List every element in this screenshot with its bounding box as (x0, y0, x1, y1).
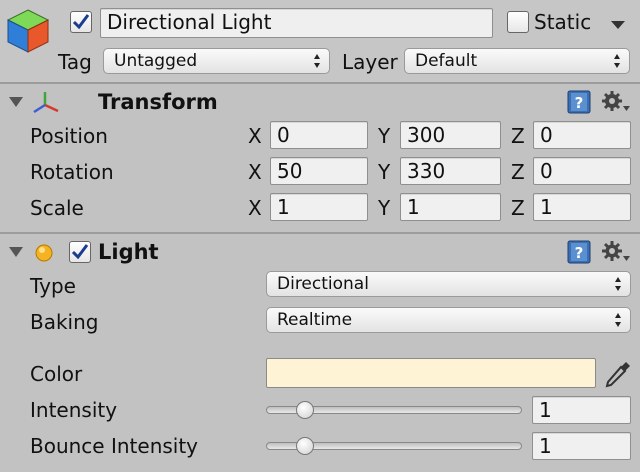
rotation-z-field[interactable]: 0 (533, 157, 631, 185)
type-label: Type (30, 274, 76, 298)
object-name-field[interactable]: Directional Light (100, 8, 493, 38)
position-y-value: 300 (407, 123, 446, 147)
scale-z-field[interactable]: 1 (533, 193, 631, 221)
transform-header[interactable]: Transform ? (0, 84, 640, 120)
static-checkbox[interactable] (507, 11, 529, 33)
position-y-label[interactable]: Y (378, 124, 390, 148)
svg-text:?: ? (575, 94, 584, 112)
tag-value: Untagged (114, 51, 198, 71)
help-book-icon[interactable]: ? (566, 239, 592, 265)
baking-label: Baking (30, 310, 99, 334)
position-y-field[interactable]: 300 (400, 121, 501, 149)
gameobject-cube-icon (6, 9, 50, 53)
layer-value: Default (415, 51, 478, 71)
color-swatch[interactable] (266, 358, 596, 388)
position-label: Position (30, 124, 108, 148)
layer-dropdown[interactable]: Default (404, 48, 630, 74)
tag-label: Tag (58, 50, 92, 74)
light-bulb-icon (35, 244, 53, 262)
scale-x-field[interactable]: 1 (270, 193, 368, 221)
static-label: Static (534, 10, 592, 34)
rotation-x-value: 50 (277, 159, 303, 183)
dropdown-arrows-icon (314, 54, 320, 68)
intensity-label: Intensity (30, 398, 118, 422)
position-x-label[interactable]: X (248, 124, 262, 148)
light-enabled-checkbox[interactable] (69, 241, 91, 263)
scale-y-field[interactable]: 1 (400, 193, 501, 221)
transform-axes-icon (33, 92, 59, 114)
dropdown-arrows-icon (615, 313, 621, 327)
color-label: Color (30, 362, 83, 386)
position-z-label[interactable]: Z (511, 124, 525, 148)
rotation-label: Rotation (30, 160, 114, 184)
foldout-arrow-icon[interactable] (8, 246, 24, 258)
intensity-slider-knob[interactable] (295, 401, 314, 419)
rotation-z-label[interactable]: Z (511, 160, 525, 184)
baking-dropdown[interactable]: Realtime (266, 307, 631, 333)
position-z-field[interactable]: 0 (533, 121, 631, 149)
object-name-value: Directional Light (107, 10, 272, 34)
scale-x-label[interactable]: X (248, 196, 262, 220)
checkmark-icon (72, 14, 90, 30)
foldout-arrow-icon[interactable] (8, 96, 24, 108)
position-x-value: 0 (277, 123, 290, 147)
help-book-icon[interactable]: ? (566, 89, 592, 115)
rotation-y-value: 330 (407, 159, 446, 183)
rotation-x-label[interactable]: X (248, 160, 262, 184)
eyedropper-icon[interactable] (604, 360, 632, 388)
rotation-z-value: 0 (540, 159, 553, 183)
checkmark-icon (71, 244, 89, 260)
transform-title: Transform (98, 90, 218, 114)
dropdown-arrows-icon (614, 54, 620, 68)
baking-value: Realtime (277, 310, 353, 330)
active-checkbox[interactable] (70, 11, 92, 33)
position-z-value: 0 (540, 123, 553, 147)
scale-x-value: 1 (277, 195, 290, 219)
scale-z-value: 1 (540, 195, 553, 219)
scale-z-label[interactable]: Z (511, 196, 525, 220)
gear-icon[interactable] (601, 90, 631, 114)
svg-text:?: ? (575, 244, 584, 262)
bounce-intensity-field[interactable]: 1 (532, 432, 631, 460)
dropdown-arrows-icon (615, 277, 621, 291)
scale-label: Scale (30, 196, 84, 220)
scale-y-label[interactable]: Y (378, 196, 390, 220)
type-dropdown[interactable]: Directional (266, 271, 631, 297)
bounce-intensity-slider-knob[interactable] (295, 437, 314, 455)
layer-label: Layer (342, 50, 398, 74)
type-value: Directional (277, 274, 369, 294)
position-x-field[interactable]: 0 (270, 121, 368, 149)
gear-icon[interactable] (601, 240, 631, 264)
light-title: Light (98, 240, 159, 264)
bounce-intensity-value: 1 (539, 434, 552, 458)
intensity-value: 1 (539, 398, 552, 422)
light-header[interactable]: Light ? (0, 234, 640, 270)
rotation-y-field[interactable]: 330 (400, 157, 501, 185)
scale-y-value: 1 (407, 195, 420, 219)
bounce-intensity-label: Bounce Intensity (30, 434, 199, 458)
static-dropdown-arrow-icon[interactable] (610, 20, 626, 30)
tag-dropdown[interactable]: Untagged (103, 48, 330, 74)
rotation-y-label[interactable]: Y (378, 160, 390, 184)
intensity-field[interactable]: 1 (532, 396, 631, 424)
rotation-x-field[interactable]: 50 (270, 157, 368, 185)
